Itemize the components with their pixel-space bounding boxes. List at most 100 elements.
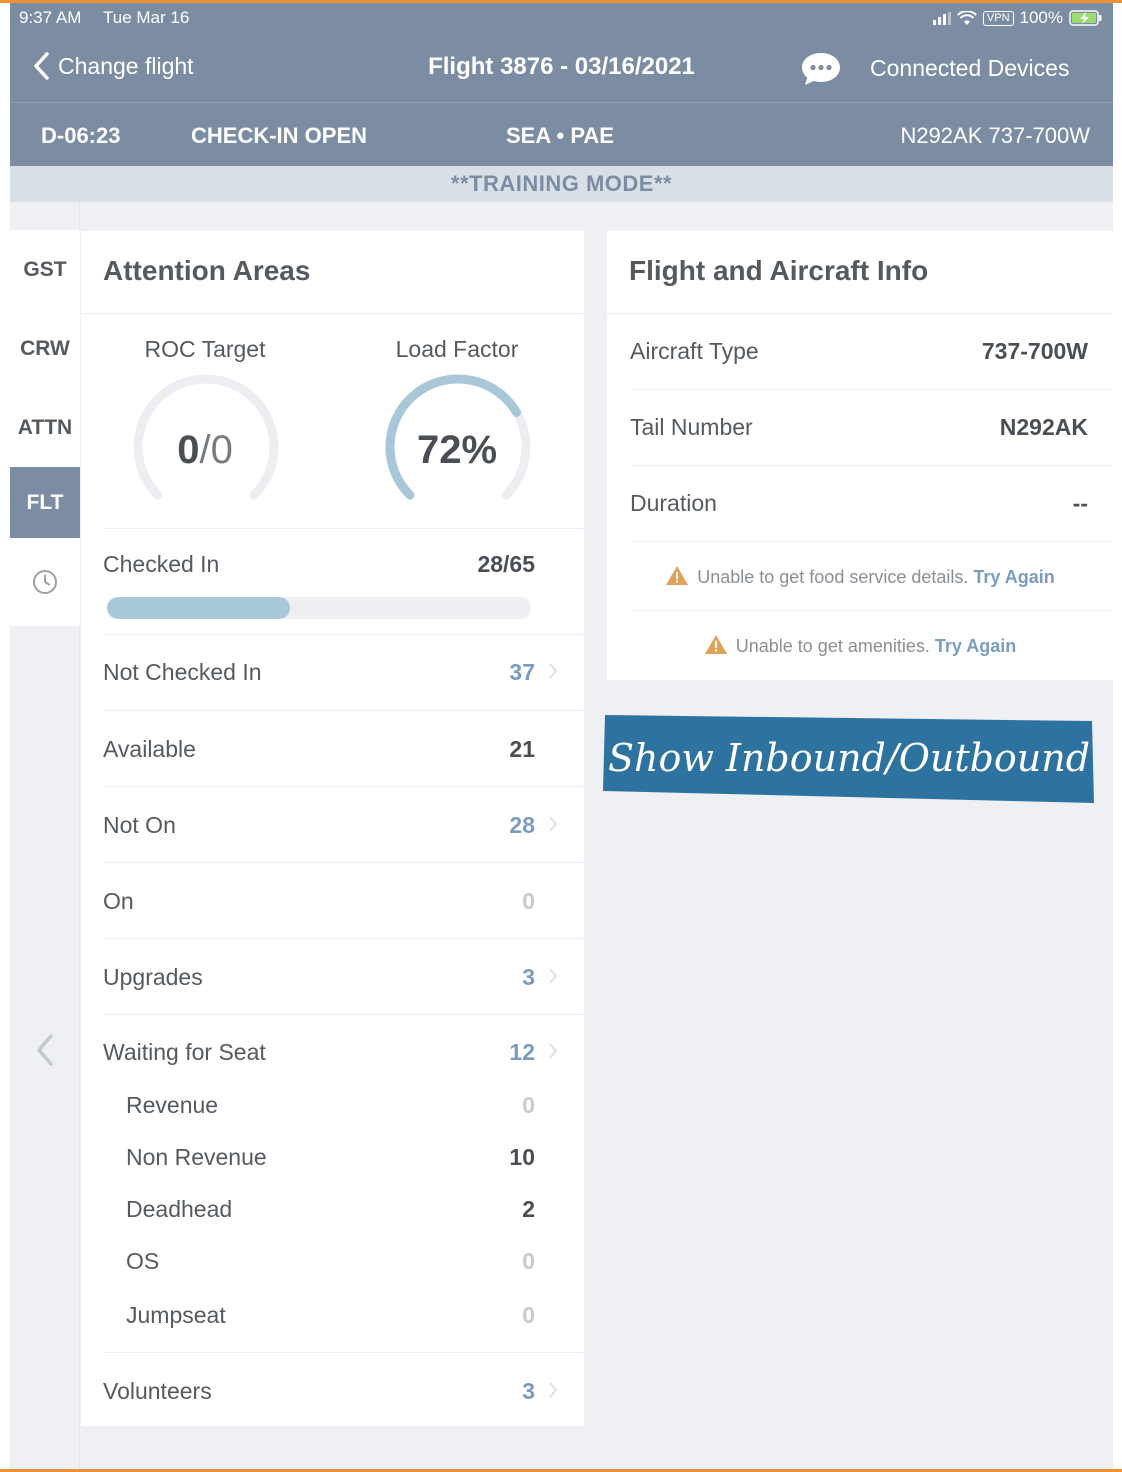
status-bar: 9:37 AM Tue Mar 16 VPN 100% <box>10 3 1113 33</box>
stat-label: Not On <box>103 812 176 838</box>
departure-countdown: D-06:23 <box>41 123 121 148</box>
side-tabs: GST CRW ATTN FLT <box>10 230 80 626</box>
stat-label: Available <box>103 736 196 762</box>
chat-bubble-icon[interactable] <box>799 50 843 88</box>
handwritten-note: Show Inbound/Outbound <box>603 715 1094 803</box>
divider <box>103 528 584 529</box>
stat-value: 37 <box>509 659 535 685</box>
info-value: 737-700W <box>981 338 1088 364</box>
chevron-right-icon <box>549 663 558 679</box>
clock-icon <box>33 570 57 594</box>
roc-target-label: ROC Target <box>144 336 266 362</box>
divider <box>103 710 584 711</box>
load-factor-label: Load Factor <box>395 336 519 362</box>
checked-in-value: 28/65 <box>477 551 535 577</box>
stat-label: Waiting for Seat <box>103 1039 266 1065</box>
warning-text: Unable to get amenities. <box>735 636 930 656</box>
stat-label: Not Checked In <box>103 659 262 685</box>
stat-label: Non Revenue <box>126 1144 267 1170</box>
tab-history[interactable] <box>10 538 80 626</box>
divider <box>103 1014 584 1015</box>
load-factor-value: 72% <box>416 428 498 472</box>
stat-label: Deadhead <box>126 1196 233 1222</box>
check-in-status: CHECK-IN OPEN <box>191 123 368 148</box>
wifi-icon <box>956 10 977 25</box>
load-factor-gauge: Load Factor 72% <box>357 336 557 516</box>
checked-in-progress-fill <box>107 597 290 619</box>
stat-label: Revenue <box>126 1092 219 1118</box>
stat-value: 0 <box>522 1092 535 1118</box>
warning-text: Unable to get food service details. <box>697 567 969 587</box>
chevron-right-icon <box>549 1043 558 1059</box>
status-date: Tue Mar 16 <box>103 8 190 27</box>
handwritten-note-text: Show Inbound/Outbound <box>608 736 1090 780</box>
divider <box>630 465 1113 466</box>
change-flight-button[interactable]: Change flight <box>32 51 194 81</box>
stat-label: Upgrades <box>103 964 203 990</box>
tab-crw[interactable]: CRW <box>10 309 80 388</box>
info-label: Tail Number <box>630 414 753 440</box>
chevron-right-icon <box>549 968 558 984</box>
stat-value: 2 <box>522 1196 535 1222</box>
cellular-signal-icon <box>932 11 951 25</box>
stat-label: On <box>103 888 134 914</box>
chevron-left-icon <box>34 52 49 80</box>
stat-value: 0 <box>522 888 535 914</box>
vpn-badge: VPN <box>982 10 1014 26</box>
stat-value: 3 <box>522 1378 535 1404</box>
roc-target-separator: / <box>199 428 211 472</box>
stat-value: 10 <box>509 1144 535 1170</box>
divider <box>103 1352 584 1353</box>
chevron-left-icon[interactable] <box>32 1030 58 1070</box>
divider <box>630 389 1113 390</box>
stat-value: 0 <box>522 1248 535 1274</box>
nav-bar: Change flight Flight 3876 - 03/16/2021 C… <box>10 41 1113 101</box>
divider <box>630 610 1113 611</box>
stat-value: 3 <box>522 964 535 990</box>
stat-label: Jumpseat <box>126 1302 226 1328</box>
app-frame: 9:37 AM Tue Mar 16 VPN 100% Change fligh… <box>10 3 1113 1470</box>
roc-target-value: 0/0 <box>105 428 305 473</box>
amenities-warning: Unable to get amenities. Try Again <box>607 634 1113 657</box>
warning-icon <box>704 635 727 654</box>
roc-target-total: 0 <box>210 428 233 472</box>
status-indicators: VPN 100% <box>932 8 1103 28</box>
divider <box>103 634 584 635</box>
info-label: Duration <box>630 490 717 516</box>
stat-value: 21 <box>509 736 535 762</box>
connected-devices-button[interactable]: Connected Devices <box>870 55 1069 82</box>
divider <box>630 541 1113 542</box>
battery-charging-icon <box>1069 10 1102 26</box>
tab-attn[interactable]: ATTN <box>10 388 80 467</box>
flight-info-bar: D-06:23 CHECK-IN OPEN SEA • PAE N292AK 7… <box>10 103 1113 166</box>
flight-info-title: Flight and Aircraft Info <box>629 255 929 286</box>
warning-icon <box>666 566 689 585</box>
chevron-right-icon <box>549 816 558 832</box>
attention-areas-title: Attention Areas <box>103 255 311 286</box>
side-rail: GST CRW ATTN FLT <box>10 202 80 1470</box>
chevron-right-icon <box>549 1382 558 1398</box>
divider <box>81 313 584 314</box>
checked-in-progress <box>107 597 531 619</box>
try-again-link[interactable]: Try Again <box>973 567 1054 587</box>
info-value: -- <box>1072 490 1088 516</box>
stat-value: 0 <box>522 1302 535 1328</box>
status-time: 9:37 AM <box>19 8 82 27</box>
stat-value: 28 <box>509 812 535 838</box>
checked-in-label: Checked In <box>103 551 220 577</box>
aircraft-summary: N292AK 737-700W <box>900 123 1090 148</box>
divider <box>607 313 1113 314</box>
flight-aircraft-info-card: Flight and Aircraft Info Aircraft Type 7… <box>607 231 1113 680</box>
tab-flt[interactable]: FLT <box>10 467 80 538</box>
stat-label: OS <box>126 1248 160 1274</box>
divider <box>103 862 584 863</box>
stat-label: Volunteers <box>103 1378 212 1404</box>
divider <box>103 938 584 939</box>
divider <box>103 786 584 787</box>
tab-gst[interactable]: GST <box>10 230 80 309</box>
roc-target-count: 0 <box>177 428 200 472</box>
change-flight-label: Change flight <box>58 52 194 79</box>
training-mode-banner: **TRAINING MODE** <box>10 166 1113 202</box>
try-again-link[interactable]: Try Again <box>935 636 1016 656</box>
header: 9:37 AM Tue Mar 16 VPN 100% Change fligh… <box>10 3 1113 166</box>
